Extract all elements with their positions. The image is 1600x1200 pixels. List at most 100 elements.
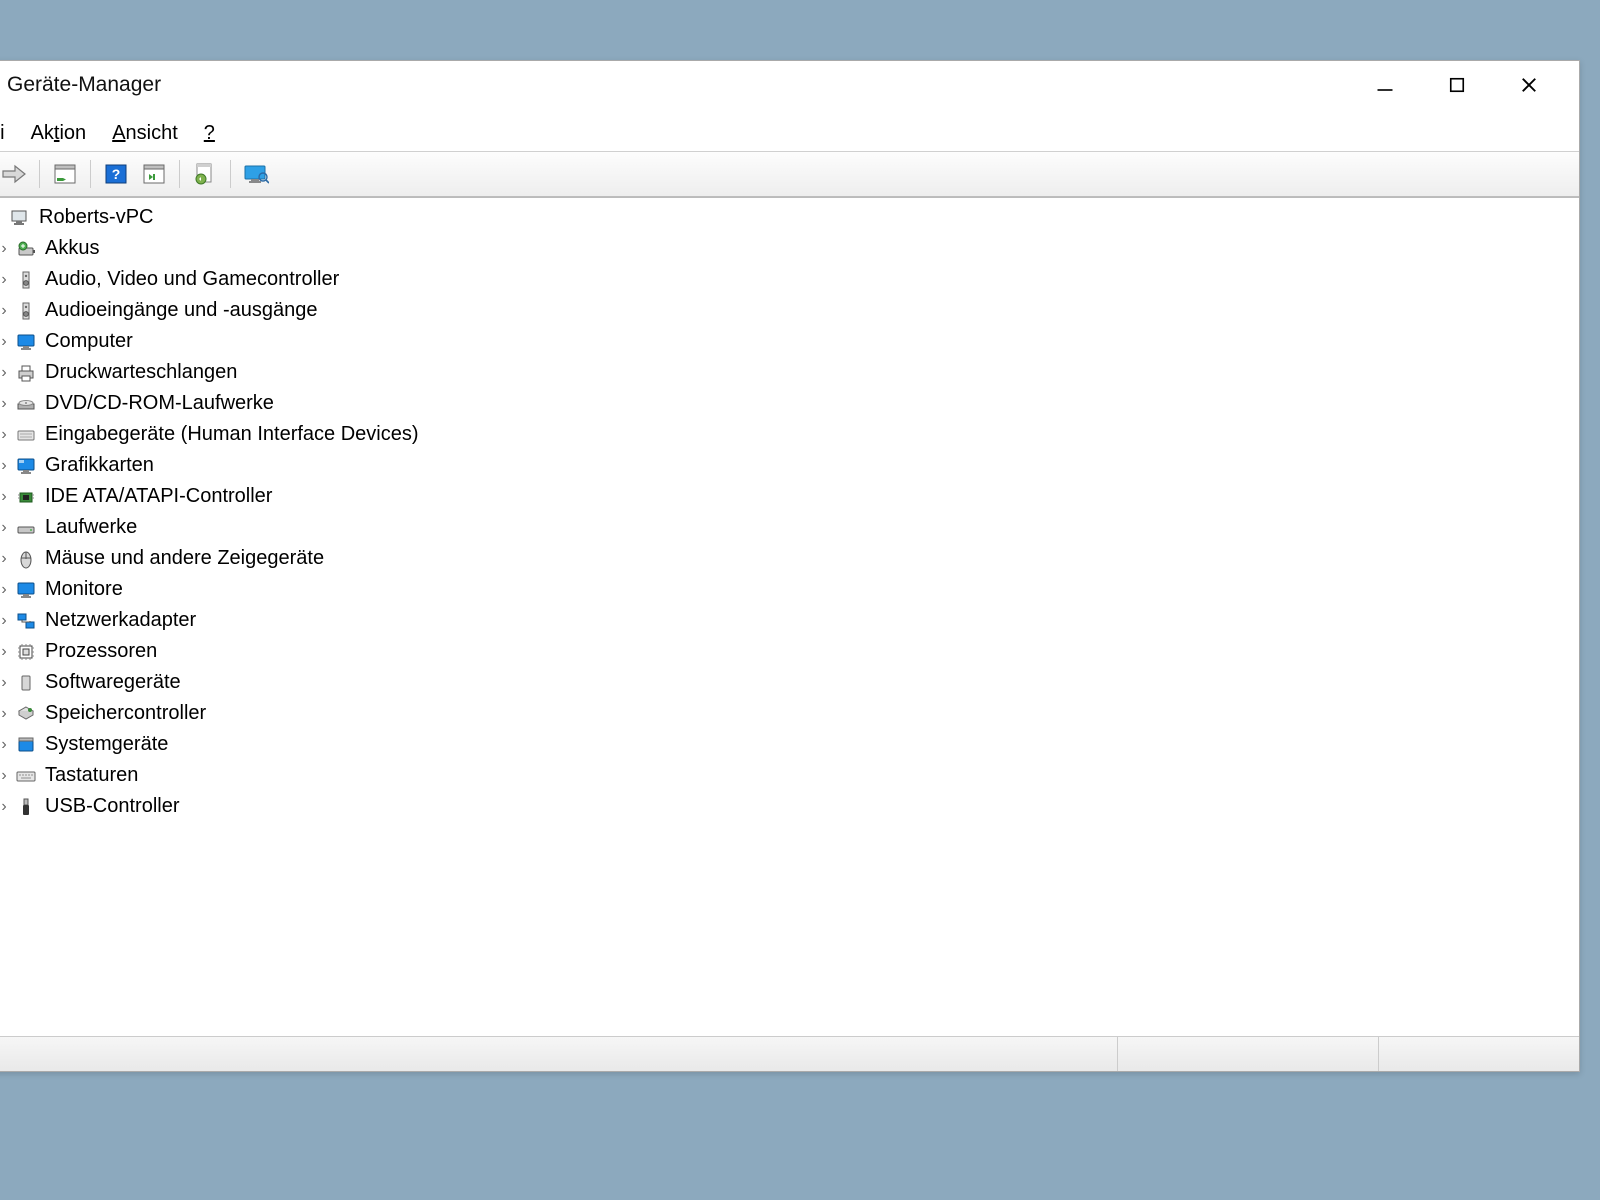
usb-icon (15, 796, 37, 818)
chevron-right-icon[interactable]: › (0, 643, 13, 661)
window-buttons (1349, 61, 1565, 109)
toolbar-separator (179, 160, 180, 188)
toolbar-help-button[interactable]: ? (97, 157, 135, 191)
box-icon (15, 672, 37, 694)
toolbar-remote-button[interactable] (237, 157, 275, 191)
tree-item-label: Computer (45, 330, 133, 353)
panel-icon (54, 164, 76, 184)
tree-item[interactable]: › Druckwarteschlangen (0, 357, 1579, 388)
svg-text:?: ? (112, 166, 121, 182)
tree-item[interactable]: ›DVD/CD-ROM-Laufwerke (0, 388, 1579, 419)
arrow-right-icon (1, 163, 27, 185)
tree-item[interactable]: ›Prozessoren (0, 636, 1579, 667)
tree-item[interactable]: ›Laufwerke (0, 512, 1579, 543)
tree-item[interactable]: › Systemgeräte (0, 729, 1579, 760)
tree-item-label: Speichercontroller (45, 702, 206, 725)
device-tree[interactable]: › Roberts-vPC › Akkus › Audio, Video und Ga… (0, 197, 1579, 992)
toolbar-forward-button[interactable] (0, 157, 33, 191)
tree-item[interactable]: › Akkus (0, 233, 1579, 264)
statusbar (0, 1036, 1579, 1071)
chevron-right-icon[interactable]: › (0, 395, 13, 413)
tree-item-label: Akkus (45, 237, 99, 260)
disc-icon (15, 393, 37, 415)
remote-computer-icon (243, 163, 269, 185)
tree-root-label: Roberts-vPC (39, 206, 153, 229)
chevron-right-icon[interactable]: › (0, 519, 13, 537)
chevron-right-icon[interactable]: › (0, 581, 13, 599)
chevron-right-icon[interactable]: › (0, 271, 13, 289)
speaker-icon (15, 269, 37, 291)
toolbar-separator (230, 160, 231, 188)
tree-item-label: Druckwarteschlangen (45, 361, 237, 384)
monitor-blue-icon (15, 331, 37, 353)
menu-action[interactable]: Aktion (31, 122, 87, 145)
toolbar-update-driver-button[interactable] (186, 157, 224, 191)
chevron-right-icon[interactable]: › (0, 674, 13, 692)
speaker-icon (15, 300, 37, 322)
toolbar-scan-button[interactable] (135, 157, 173, 191)
tree-item-label: Softwaregeräte (45, 671, 181, 694)
menubar: ei Aktion Ansicht ? (0, 109, 1579, 151)
chevron-right-icon[interactable]: › (0, 240, 13, 258)
tree-item[interactable]: › Softwaregeräte (0, 667, 1579, 698)
close-button[interactable] (1493, 61, 1565, 109)
printer-icon (15, 362, 37, 384)
tree-item[interactable]: › Mäuse und andere Zeigegeräte (0, 543, 1579, 574)
tree-item-label: Systemgeräte (45, 733, 168, 756)
tree-item[interactable]: › IDE ATA/ATAPI-Controller (0, 481, 1579, 512)
tree-item[interactable]: › Speichercontroller (0, 698, 1579, 729)
chevron-right-icon[interactable]: › (0, 333, 13, 351)
statusbar-cell (1378, 1037, 1579, 1071)
tree-root[interactable]: › Roberts-vPC (0, 202, 1579, 233)
tree-item[interactable]: › Audioeingänge und -ausgänge (0, 295, 1579, 326)
chip-icon (15, 486, 37, 508)
chevron-right-icon[interactable]: › (0, 798, 13, 816)
titlebar: Geräte-Manager (0, 61, 1579, 109)
maximize-icon (1447, 75, 1467, 95)
tree-item[interactable]: › Grafikkarten (0, 450, 1579, 481)
chevron-right-icon[interactable]: › (0, 457, 13, 475)
tree-item[interactable]: › Tastaturen (0, 760, 1579, 791)
monitor-blue-icon (15, 579, 37, 601)
tree-item-label: Monitore (45, 578, 123, 601)
tree-item[interactable]: ›Netzwerkadapter (0, 605, 1579, 636)
chevron-right-icon[interactable]: › (0, 736, 13, 754)
chevron-right-icon[interactable]: › (0, 488, 13, 506)
menu-file[interactable]: ei (0, 122, 5, 145)
chevron-right-icon[interactable]: › (0, 302, 13, 320)
statusbar-cell (1117, 1037, 1378, 1071)
chevron-right-icon[interactable]: › (0, 612, 13, 630)
tree-item-label: Eingabegeräte (Human Interface Devices) (45, 423, 419, 446)
close-icon (1519, 75, 1539, 95)
tree-item-label: Audio, Video und Gamecontroller (45, 268, 339, 291)
menu-view[interactable]: Ansicht (112, 122, 178, 145)
chevron-right-icon[interactable]: › (0, 767, 13, 785)
chevron-right-icon[interactable]: › (0, 426, 13, 444)
toolbar-showhide-button[interactable] (46, 157, 84, 191)
drive-icon (15, 517, 37, 539)
tree-item[interactable]: › Computer (0, 326, 1579, 357)
toolbar-separator (39, 160, 40, 188)
tree-item[interactable]: ›USB-Controller (0, 791, 1579, 822)
help-icon: ? (105, 164, 127, 184)
chevron-right-icon[interactable]: › (0, 550, 13, 568)
maximize-button[interactable] (1421, 61, 1493, 109)
toolbar-separator (90, 160, 91, 188)
tree-item-label: Audioeingänge und -ausgänge (45, 299, 317, 322)
minimize-button[interactable] (1349, 61, 1421, 109)
tree-item-label: Grafikkarten (45, 454, 154, 477)
tree-item[interactable]: › Audio, Video und Gamecontroller (0, 264, 1579, 295)
chevron-right-icon[interactable]: › (0, 364, 13, 382)
tree-item[interactable]: › Eingabegeräte (Human Interface Devices) (0, 419, 1579, 450)
device-manager-window: Geräte-Manager ei Aktion Ansicht ? (0, 60, 1580, 1072)
tree-item-label: IDE ATA/ATAPI-Controller (45, 485, 272, 508)
scan-hardware-icon (143, 164, 165, 184)
menu-help[interactable]: ? (204, 122, 215, 145)
tree-item[interactable]: › Monitore (0, 574, 1579, 605)
chevron-right-icon[interactable]: › (0, 705, 13, 723)
toolbar: ? (0, 151, 1579, 197)
tree-item-label: Mäuse und andere Zeigegeräte (45, 547, 324, 570)
tree-item-label: Tastaturen (45, 764, 138, 787)
hid-icon (15, 424, 37, 446)
update-driver-icon (194, 163, 216, 185)
